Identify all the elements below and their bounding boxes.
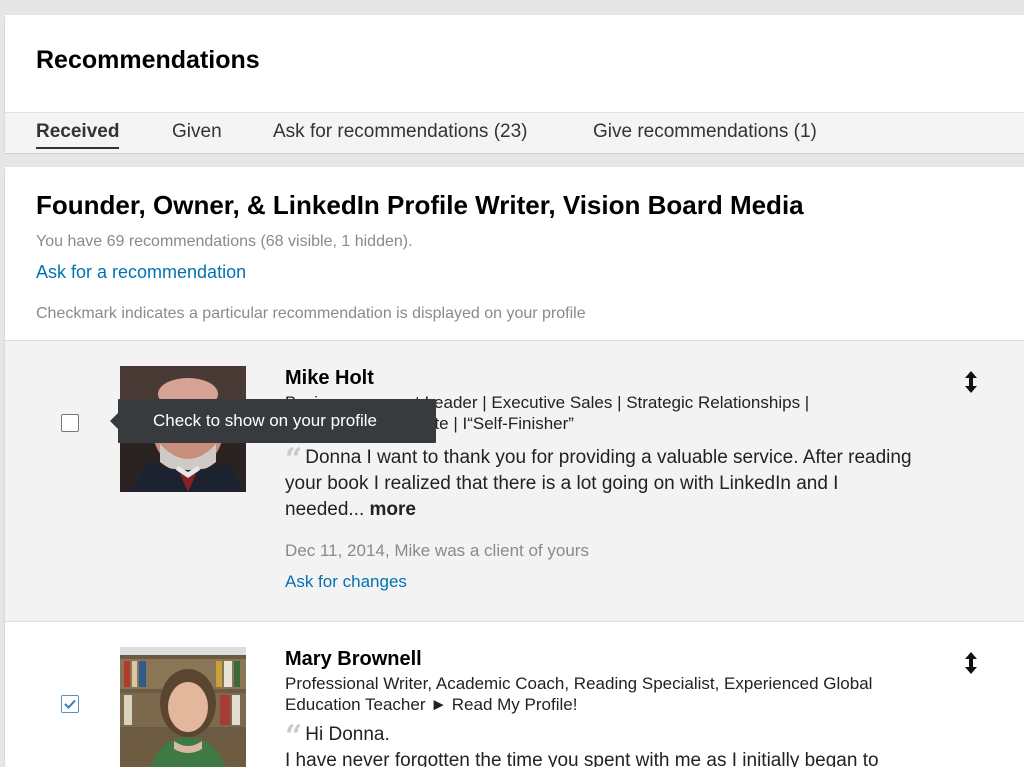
page-title: Recommendations <box>36 46 260 74</box>
quote-icon: “ <box>285 442 303 477</box>
tabs-bar: Received Given Ask for recommendations (… <box>5 112 1024 154</box>
headline-fragment: ment Leader | Executive Sales | Strategi… <box>382 393 810 412</box>
recommender-headline: Professional Writer, Academic Coach, Rea… <box>285 674 873 714</box>
recommendation-text-content: Hi Donna. <box>305 724 390 745</box>
show-on-profile-tooltip: Check to show on your profile <box>110 399 436 443</box>
tab-give-recommendations[interactable]: Give recommendations (1) <box>593 121 817 147</box>
tab-received[interactable]: Received <box>36 121 120 149</box>
avatar-photo-icon <box>120 647 246 767</box>
position-title: Founder, Owner, & LinkedIn Profile Write… <box>36 190 804 220</box>
recommendations-header-card: Recommendations Received Given Ask for r… <box>5 15 1024 154</box>
recommendation-count-summary: You have 69 recommendations (68 visible,… <box>36 233 413 250</box>
show-on-profile-checkbox[interactable] <box>61 695 79 713</box>
avatar[interactable] <box>120 647 246 767</box>
tab-given[interactable]: Given <box>172 121 222 147</box>
tab-ask-for-recommendations[interactable]: Ask for recommendations (23) <box>273 121 528 147</box>
headline-fragment: ate | I“Self-Finisher” <box>425 414 574 433</box>
recommender-name[interactable]: Mike Holt <box>285 367 374 390</box>
checkmark-icon <box>64 699 76 709</box>
recommender-name[interactable]: Mary Brownell <box>285 648 422 671</box>
recommendation-text: “Hi Donna. I have never forgotten the ti… <box>285 722 915 767</box>
recommendation-item: Mike Holt Busiment Leader | Executive Sa… <box>5 340 1024 621</box>
recommendation-text: “Donna I want to thank you for providing… <box>285 445 915 523</box>
received-recommendations-card: Founder, Owner, & LinkedIn Profile Write… <box>5 167 1024 767</box>
recommendation-text-content: I have never forgotten the time you spen… <box>285 750 879 767</box>
recommendation-date-relationship: Dec 11, 2014, Mike was a client of yours <box>285 541 589 560</box>
reorder-handle-icon[interactable] <box>963 652 979 674</box>
reorder-handle-icon[interactable] <box>963 371 979 393</box>
ask-for-changes-link[interactable]: Ask for changes <box>285 572 407 592</box>
recommendation-item: Mary Brownell Professional Writer, Acade… <box>5 621 1024 767</box>
more-link[interactable]: more <box>370 499 416 520</box>
ask-for-recommendation-link[interactable]: Ask for a recommendation <box>36 262 246 283</box>
show-on-profile-checkbox[interactable] <box>61 414 79 432</box>
checkmark-hint: Checkmark indicates a particular recomme… <box>36 305 586 322</box>
